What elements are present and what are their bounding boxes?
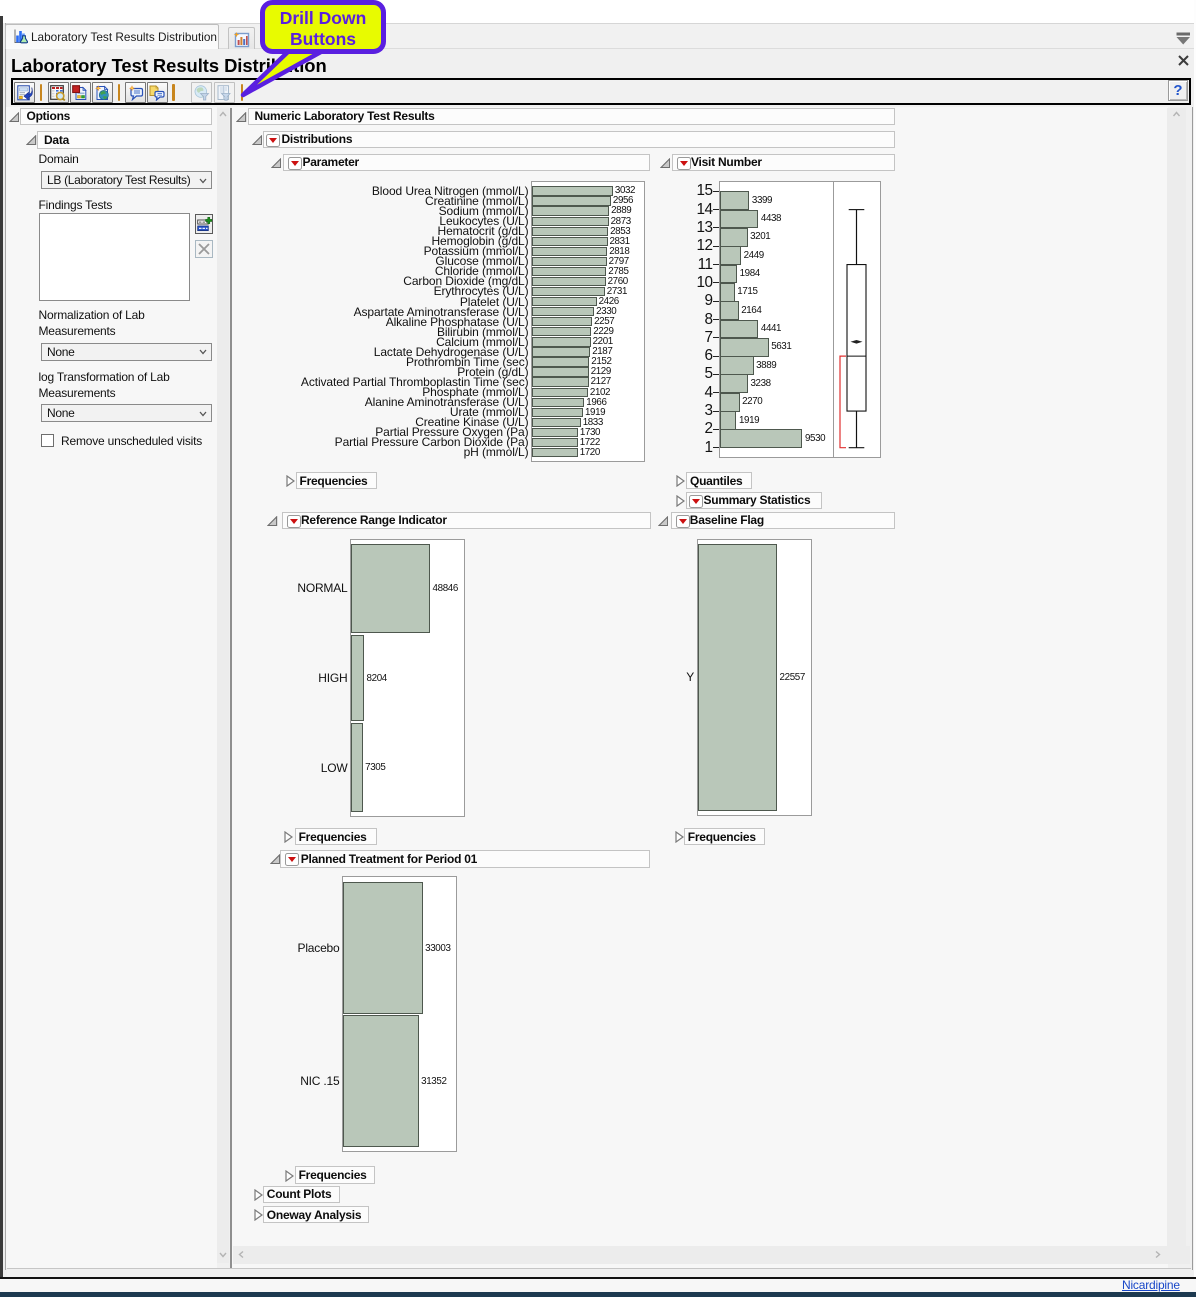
svg-text:Drill Down: Drill Down: [280, 8, 367, 28]
svg-text:Buttons: Buttons: [290, 29, 356, 49]
